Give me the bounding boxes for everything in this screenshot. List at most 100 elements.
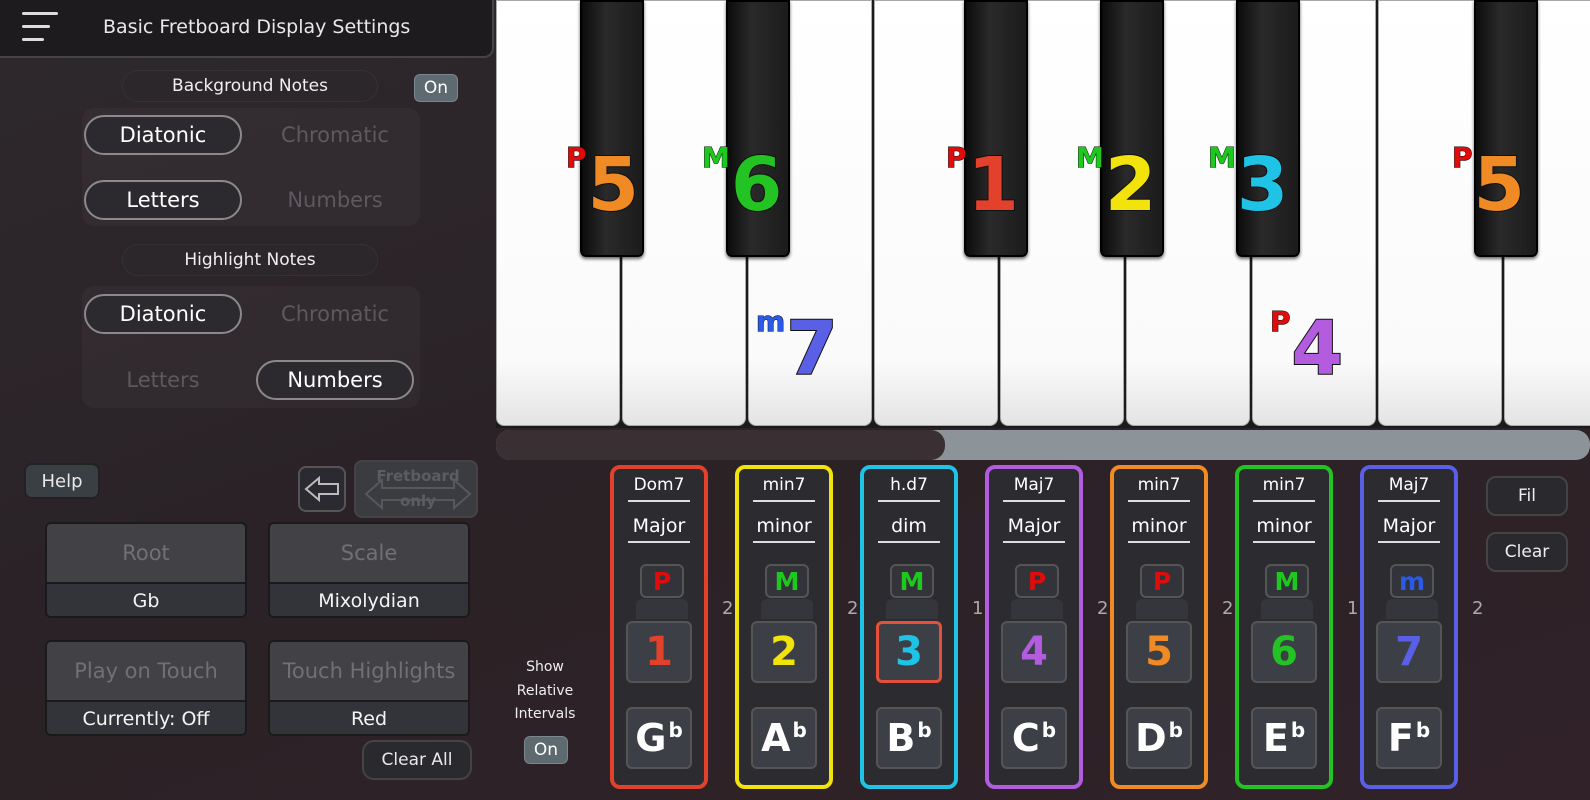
back-arrow-button[interactable] — [298, 466, 346, 512]
scale-label: Scale — [270, 524, 468, 584]
scale-button[interactable]: Scale Mixolydian — [268, 522, 470, 618]
menu-icon[interactable] — [22, 12, 58, 42]
interval-shadow — [1011, 599, 1063, 619]
letter-button[interactable]: Gb — [626, 707, 692, 769]
divider — [753, 500, 815, 502]
interval-type[interactable]: M — [1265, 564, 1309, 598]
accidental: b — [1041, 718, 1057, 742]
fretboard-only-label: Fretboard only — [376, 467, 460, 510]
chord-quality: Maj7 — [1388, 475, 1430, 495]
letter-name: B — [886, 716, 916, 760]
title-bar: Basic Fretboard Display Settings — [0, 0, 494, 58]
degree-button-selected[interactable]: 3 — [876, 621, 942, 683]
highlight-chromatic-button[interactable]: Chromatic — [256, 294, 414, 334]
piano-note-label: P1 — [946, 141, 1021, 228]
letter-button[interactable]: Bb — [876, 707, 942, 769]
help-button[interactable]: Help — [24, 463, 100, 499]
degree-button[interactable]: 7 — [1376, 621, 1442, 683]
degree-button[interactable]: 1 — [626, 621, 692, 683]
scale-degree-card[interactable]: min7 minor M 6 Eb — [1235, 465, 1333, 789]
divider — [1253, 500, 1315, 502]
background-numbers-button[interactable]: Numbers — [256, 180, 414, 220]
scale-degree-card[interactable]: h.d7 dim M 3 Bb — [860, 465, 958, 789]
chord-mode: Major — [1007, 515, 1061, 537]
background-notes-toggle[interactable]: On — [414, 74, 458, 102]
background-chromatic-button[interactable]: Chromatic — [256, 115, 414, 155]
letter-name: E — [1262, 716, 1289, 760]
degree-button[interactable]: 5 — [1126, 621, 1192, 683]
piano-note-label: m7 — [755, 305, 838, 392]
interval-type[interactable]: m — [1390, 564, 1434, 598]
interval-shadow — [886, 599, 938, 619]
clear-button[interactable]: Clear — [1486, 532, 1568, 572]
scale-degree-card[interactable]: Maj7 Major m 7 Fb — [1360, 465, 1458, 789]
highlight-numbers-button[interactable]: Numbers — [256, 360, 414, 400]
scrollbar-thumb[interactable] — [496, 430, 945, 460]
divider — [753, 541, 815, 543]
app-screen: Basic Fretboard Display Settings Backgro… — [0, 0, 1590, 800]
highlight-diatonic-button[interactable]: Diatonic — [84, 294, 242, 334]
fretboard-only-button[interactable]: Fretboard only — [354, 460, 478, 518]
chord-quality: Dom7 — [633, 475, 685, 495]
piano-note-label: P4 — [1270, 305, 1345, 392]
root-label: Root — [47, 524, 245, 584]
clear-all-button[interactable]: Clear All — [362, 740, 472, 780]
interval-shadow — [1386, 599, 1438, 619]
piano-note-label: M6 — [702, 141, 784, 228]
accidental: b — [1415, 718, 1431, 742]
piano-note-label: M3 — [1208, 141, 1290, 228]
chord-quality: min7 — [1262, 475, 1306, 495]
background-notes-label: Background Notes — [122, 70, 378, 102]
fill-button[interactable]: Fil — [1486, 476, 1568, 516]
letter-name: C — [1011, 716, 1040, 760]
touch-highlights-label: Touch Highlights — [270, 642, 468, 702]
divider — [1378, 541, 1440, 543]
root-button[interactable]: Root Gb — [45, 522, 247, 618]
degree-button[interactable]: 6 — [1251, 621, 1317, 683]
chord-mode: minor — [1131, 515, 1187, 537]
relative-intervals-toggle[interactable]: On — [524, 736, 568, 764]
scale-degree-card[interactable]: min7 minor M 2 Ab — [735, 465, 833, 789]
scale-degree-card[interactable]: Dom7 Major P 1 Gb — [610, 465, 708, 789]
relative-line-3: Intervals — [514, 706, 576, 722]
piano-note-label: P5 — [1452, 141, 1527, 228]
accidental: b — [1290, 718, 1306, 742]
interval-type[interactable]: P — [640, 564, 684, 598]
chord-mode: Major — [632, 515, 686, 537]
scale-degree-card[interactable]: min7 minor P 5 Db — [1110, 465, 1208, 789]
letter-button[interactable]: Eb — [1251, 707, 1317, 769]
background-diatonic-button[interactable]: Diatonic — [84, 115, 242, 155]
interval-type[interactable]: P — [1140, 564, 1184, 598]
piano-note-label: P5 — [566, 141, 641, 228]
background-letters-button[interactable]: Letters — [84, 180, 242, 220]
scale-degree-card[interactable]: Maj7 Major P 4 Cb — [985, 465, 1083, 789]
divider — [1003, 541, 1065, 543]
highlight-letters-button[interactable]: Letters — [84, 360, 242, 400]
interval-shadow — [636, 599, 688, 619]
divider — [1128, 500, 1190, 502]
play-on-touch-label: Play on Touch — [47, 642, 245, 702]
interval-shadow — [1261, 599, 1313, 619]
letter-button[interactable]: Cb — [1001, 707, 1067, 769]
degree-button[interactable]: 2 — [751, 621, 817, 683]
step-count: 1 — [972, 598, 984, 619]
divider — [1128, 541, 1190, 543]
letter-button[interactable]: Db — [1126, 707, 1192, 769]
interval-type[interactable]: M — [890, 564, 934, 598]
letter-button[interactable]: Ab — [751, 707, 817, 769]
relative-line-2: Relative — [516, 682, 574, 699]
chord-quality: min7 — [762, 475, 806, 495]
interval-type[interactable]: M — [765, 564, 809, 598]
arrow-left-icon — [304, 476, 339, 502]
play-on-touch-button[interactable]: Play on Touch Currently: Off — [45, 640, 247, 736]
interval-type[interactable]: P — [1015, 564, 1059, 598]
step-count: 2 — [1472, 598, 1484, 619]
page-title: Basic Fretboard Display Settings — [103, 16, 411, 38]
letter-name: F — [1387, 716, 1414, 760]
touch-highlights-button[interactable]: Touch Highlights Red — [268, 640, 470, 736]
divider — [878, 541, 940, 543]
divider — [628, 500, 690, 502]
piano-scrollbar[interactable] — [496, 430, 1590, 460]
degree-button[interactable]: 4 — [1001, 621, 1067, 683]
letter-button[interactable]: Fb — [1376, 707, 1442, 769]
